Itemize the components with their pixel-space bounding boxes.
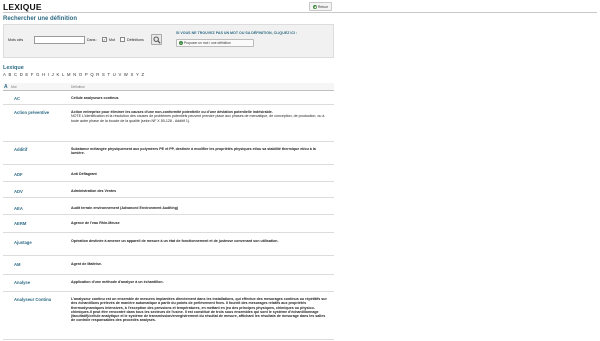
letter-link[interactable]: O	[79, 72, 82, 77]
table-header: A Mot Définition	[3, 83, 334, 91]
add-icon: +	[179, 41, 183, 45]
row-word[interactable]: Additif	[14, 147, 27, 152]
table-row: AC Cellule analyseurs continus	[3, 91, 334, 105]
word-checkbox[interactable]: ✓	[102, 37, 107, 42]
row-word[interactable]: AEA	[14, 206, 23, 211]
row-definition-text: L'analyseur continu est un ensemble de m…	[71, 297, 327, 323]
magnifier-icon	[153, 36, 161, 44]
row-definition-text: Anti Déflagrant	[71, 172, 97, 176]
letter-link[interactable]: J	[52, 72, 54, 77]
row-definition: Application d'une méthode d'analyse à un…	[71, 280, 330, 284]
letter-link[interactable]: S	[102, 72, 105, 77]
row-definition: Action entreprise pour éliminer les caus…	[71, 110, 330, 123]
letter-link[interactable]: X	[131, 72, 134, 77]
row-word[interactable]: Action préventive	[14, 110, 49, 115]
row-definition-text: Application d'une méthode d'analyse à un…	[71, 280, 164, 284]
row-definition: Agent de Maîtrise.	[71, 262, 330, 266]
letter-link[interactable]: K	[56, 72, 59, 77]
letter-link[interactable]: A	[3, 72, 6, 77]
column-header-word: Mot	[11, 85, 17, 89]
table-row: AEA Audit terrain environnement (Advanced…	[3, 198, 334, 215]
table-row: Analyse Application d'une méthode d'analy…	[3, 275, 334, 292]
lexique-title: Lexique	[3, 65, 24, 71]
letter-link[interactable]: F	[31, 72, 34, 77]
letter-link[interactable]: Y	[136, 72, 139, 77]
alphabet-nav: ABCDEFGHIJKLMNOPQRSTUVWXYZ	[3, 72, 144, 77]
table-row: Ajustage Opération destinée à amener un a…	[3, 233, 334, 256]
letter-link[interactable]: I	[48, 72, 49, 77]
row-definition: Opération destinée à amener un appareil …	[71, 239, 330, 243]
row-definition: Cellule analyseurs continus	[71, 96, 330, 100]
table-row: AM Agent de Maîtrise.	[3, 256, 334, 275]
search-panel: Mots clés Dans : ✓ Mot Définitions SI VO…	[3, 24, 334, 58]
letter-a-icon: A	[4, 84, 8, 90]
definitions-option-label: Définitions	[127, 38, 144, 42]
letter-link[interactable]: D	[20, 72, 23, 77]
word-option-label: Mot	[109, 38, 115, 42]
row-definition-text: Audit terrain environnement (Advanced En…	[71, 206, 179, 210]
letter-link[interactable]: Z	[142, 72, 145, 77]
table-row: Additif Substance mélangée physiquement a…	[3, 142, 334, 165]
back-button-label: Retour	[318, 4, 328, 9]
row-word[interactable]: AERM	[14, 221, 26, 226]
row-word[interactable]: Analyse	[14, 280, 30, 285]
letter-link[interactable]: L	[62, 72, 64, 77]
page-title: LEXIQUE	[3, 2, 42, 12]
row-definition-text: Opération destinée à amener un appareil …	[71, 239, 279, 243]
letter-link[interactable]: Q	[90, 72, 93, 77]
row-definition: Substance mélangée physiquement aux poly…	[71, 147, 330, 156]
row-definition: L'analyseur continu est un ensemble de m…	[71, 297, 330, 323]
table-row: ADV Administration des Ventes	[3, 182, 334, 198]
row-word[interactable]: Analyseur Continu	[14, 297, 51, 302]
row-definition: Agence de l'eau Rhin-Meuse	[71, 221, 330, 225]
definitions-checkbox[interactable]	[120, 37, 125, 42]
back-button[interactable]: ◀ Retour	[309, 2, 332, 11]
keywords-label: Mots clés	[8, 38, 24, 42]
table-row: AERM Agence de l'eau Rhin-Meuse	[3, 215, 334, 233]
in-label: Dans :	[87, 38, 98, 42]
letter-link[interactable]: M	[67, 72, 71, 77]
row-definition: Administration des Ventes	[71, 189, 330, 193]
propose-definition-label: Proposer un mot / une définition	[184, 41, 231, 45]
row-word[interactable]: AC	[14, 96, 20, 101]
row-definition: Audit terrain environnement (Advanced En…	[71, 206, 330, 210]
row-word[interactable]: Ajustage	[14, 240, 32, 245]
letter-link[interactable]: R	[96, 72, 99, 77]
row-word[interactable]: ADF	[14, 172, 23, 177]
row-definition-text: Substance mélangée physiquement aux poly…	[71, 147, 316, 156]
propose-definition-button[interactable]: + Proposer un mot / une définition	[176, 39, 254, 47]
title-divider	[3, 12, 597, 13]
search-section-title: Rechercher une définition	[3, 16, 78, 22]
letter-link[interactable]: T	[107, 72, 110, 77]
row-definition-text: Administration des Ventes	[71, 189, 117, 193]
table-row: Action préventive Action entreprise pour …	[3, 105, 334, 142]
letter-link[interactable]: H	[42, 72, 45, 77]
letter-link[interactable]: N	[73, 72, 76, 77]
column-header-definition: Définition	[71, 85, 85, 89]
row-definition-note: NOTE L'identification et la résolution d…	[71, 114, 325, 123]
row-definition-text: Agent de Maîtrise.	[71, 262, 102, 266]
row-definition-text: Cellule analyseurs continus	[71, 96, 119, 100]
row-word[interactable]: AM	[14, 262, 21, 267]
letter-link[interactable]: V	[118, 72, 121, 77]
letter-link[interactable]: G	[36, 72, 39, 77]
letter-link[interactable]: E	[25, 72, 28, 77]
back-arrow-icon: ◀	[313, 4, 318, 9]
letter-link[interactable]: W	[124, 72, 128, 77]
lexique-table: A Mot Définition AC Cellule analyseurs co…	[3, 83, 334, 340]
row-definition-text: Agence de l'eau Rhin-Meuse	[71, 221, 120, 225]
keywords-input[interactable]	[34, 36, 85, 44]
row-word[interactable]: ADV	[14, 189, 23, 194]
letter-link[interactable]: B	[8, 72, 11, 77]
table-row: ADF Anti Déflagrant	[3, 165, 334, 182]
letter-link[interactable]: C	[14, 72, 17, 77]
search-button[interactable]	[151, 34, 162, 45]
row-definition: Anti Déflagrant	[71, 172, 330, 176]
letter-link[interactable]: P	[85, 72, 88, 77]
table-row: Analyseur Continu L'analyseur continu est…	[3, 292, 334, 340]
letter-link[interactable]: U	[113, 72, 116, 77]
not-found-notice: SI VOUS NE TROUVEZ PAS UN MOT OU SA DÉFI…	[176, 31, 298, 35]
